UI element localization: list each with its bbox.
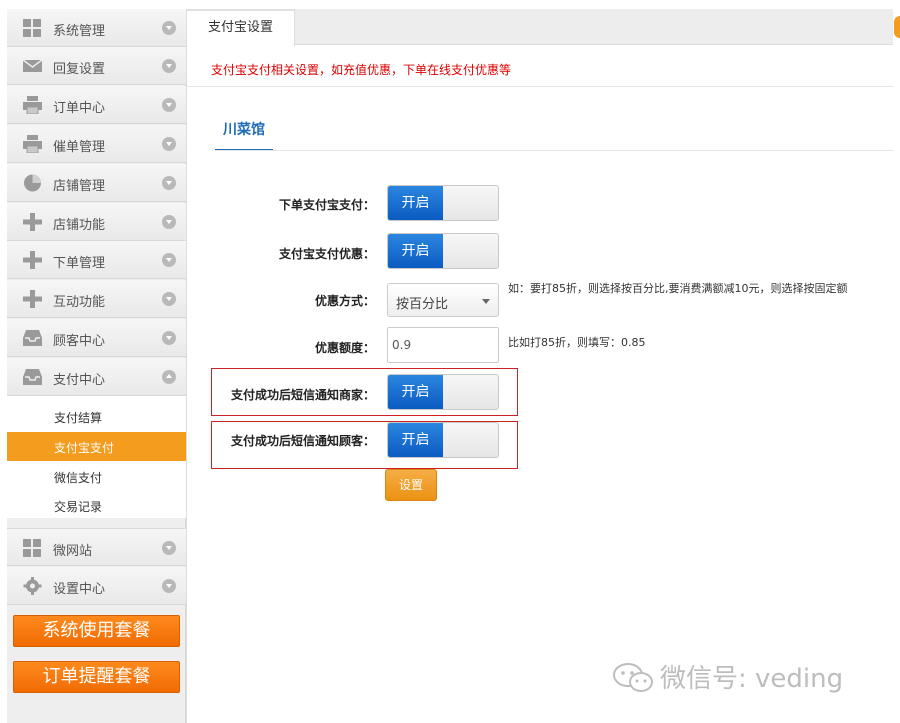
sub-item-label: 微信支付 [54,471,103,485]
sidebar-item-label: 顾客中心 [53,334,106,349]
watermark: 微信号: veding [660,664,844,694]
sidebar-item-label: 系统管理 [53,24,106,39]
inbox-icon [23,369,42,385]
sidebar-item-orders[interactable]: 订单中心 [7,86,186,124]
sidebar-item-customers[interactable]: 顾客中心 [7,319,186,357]
sidebar-item-label: 回复设置 [53,62,106,77]
grid-icon [23,19,41,37]
chevron-down-icon [162,137,176,151]
order-reminder-package-button[interactable]: 订单提醒套餐 [13,661,180,693]
discount-amount-input[interactable] [387,327,499,363]
alipay-discount-toggle[interactable]: 开启 [387,233,499,269]
sub-item-transactions[interactable]: 交易记录 [7,491,186,520]
sidebar-item-label: 催单管理 [53,140,106,155]
chevron-down-icon [162,176,176,190]
sidebar-item-label: 设置中心 [53,582,106,597]
submit-button[interactable]: 设置 [385,469,437,501]
chevron-down-icon [162,331,176,345]
chevron-down-icon [162,59,176,73]
sidebar-item-interaction[interactable]: 互动功能 [7,280,186,318]
discount-method-label: 优惠方式： [314,294,375,308]
grid-icon [23,539,41,557]
payment-submenu: 支付结算 支付宝支付 微信支付 交易记录 [7,396,186,518]
sidebar-item-label: 支付中心 [53,373,106,388]
discount-method-select[interactable]: 按百分比 [387,283,499,317]
wechat-icon [613,663,653,692]
notify-customer-toggle[interactable]: 开启 [387,422,499,458]
tab-shop[interactable]: 川菜馆 [215,119,273,151]
sidebar-item-label: 店铺管理 [53,179,106,194]
chevron-up-icon [162,370,176,384]
notify-customer-label: 支付成功后短信通知顾客： [230,434,375,448]
divider [215,150,893,151]
sidebar-item-reminders[interactable]: 催单管理 [7,125,186,163]
caret-down-icon [482,299,490,304]
sub-item-label: 支付宝支付 [54,441,115,455]
sidebar-item-label: 下单管理 [53,256,106,271]
chevron-down-icon [162,253,176,267]
sub-item-alipay[interactable]: 支付宝支付 [7,432,186,461]
discount-amount-hint: 比如打85折，则填写：0.85 [508,336,646,349]
notice-text: 支付宝支付相关设置，如充值优惠，下单在线支付优惠等 [211,63,512,77]
select-value: 按百分比 [396,297,449,312]
inbox-icon [23,330,42,346]
sidebar-item-settings[interactable]: 设置中心 [7,567,186,605]
sidebar-item-store-features[interactable]: 店铺功能 [7,203,186,241]
sidebar-item-label: 店铺功能 [53,218,106,233]
sidebar-item-ordering[interactable]: 下单管理 [7,241,186,279]
tab-alipay-settings[interactable]: 支付宝设置 [187,9,295,46]
chevron-down-icon [162,579,176,593]
sidebar: 系统管理 回复设置 订单中心 催单管理 店铺管理 店铺功能 下单管理 互动功能 [7,9,186,723]
scroll-indicator [894,16,900,38]
sidebar-item-reply[interactable]: 回复设置 [7,47,186,85]
chevron-down-icon [162,215,176,229]
sidebar-item-label: 订单中心 [53,101,106,116]
sidebar-item-payment[interactable]: 支付中心 [7,358,186,396]
chevron-down-icon [162,292,176,306]
pie-icon [24,174,41,192]
notify-merchant-label: 支付成功后短信通知商家： [230,388,375,402]
gear-icon [23,577,42,595]
printer-icon [23,135,42,153]
chevron-down-icon [162,541,176,555]
sidebar-item-microsite[interactable]: 微网站 [7,528,186,566]
sub-item-label: 交易记录 [54,500,103,514]
divider [187,86,893,87]
toggle-on-label: 开启 [388,375,443,409]
sidebar-item-store[interactable]: 店铺管理 [7,164,186,202]
system-package-button[interactable]: 系统使用套餐 [13,615,180,647]
sub-item-settlement[interactable]: 支付结算 [7,402,186,431]
plus-icon [23,290,42,308]
plus-icon [23,251,42,269]
sidebar-item-label: 互动功能 [53,295,106,310]
chevron-down-icon [162,21,176,35]
sidebar-item-label: 微网站 [53,544,93,559]
chevron-down-icon [162,98,176,112]
toggle-on-label: 开启 [388,234,443,268]
notify-merchant-toggle[interactable]: 开启 [387,374,499,410]
printer-icon [23,96,42,114]
alipay-order-label: 下单支付宝支付： [278,198,375,212]
toggle-on-label: 开启 [388,186,443,220]
main-panel: 支付宝设置 支付宝支付相关设置，如充值优惠，下单在线支付优惠等 川菜馆 下单支付… [186,9,893,723]
plus-icon [23,213,42,231]
tab-bar: 支付宝设置 [187,9,893,46]
sub-item-label: 支付结算 [54,411,103,425]
mail-icon [23,59,42,72]
sidebar-item-system[interactable]: 系统管理 [7,9,186,47]
alipay-discount-label: 支付宝支付优惠： [278,247,375,261]
discount-method-hint: 如：要打85折，则选择按百分比,要消费满额减10元，则选择按固定额 [508,282,848,295]
discount-amount-label: 优惠额度： [314,341,375,355]
toggle-on-label: 开启 [388,423,443,457]
alipay-order-toggle[interactable]: 开启 [387,185,499,221]
sub-item-wechat-pay[interactable]: 微信支付 [7,462,186,491]
